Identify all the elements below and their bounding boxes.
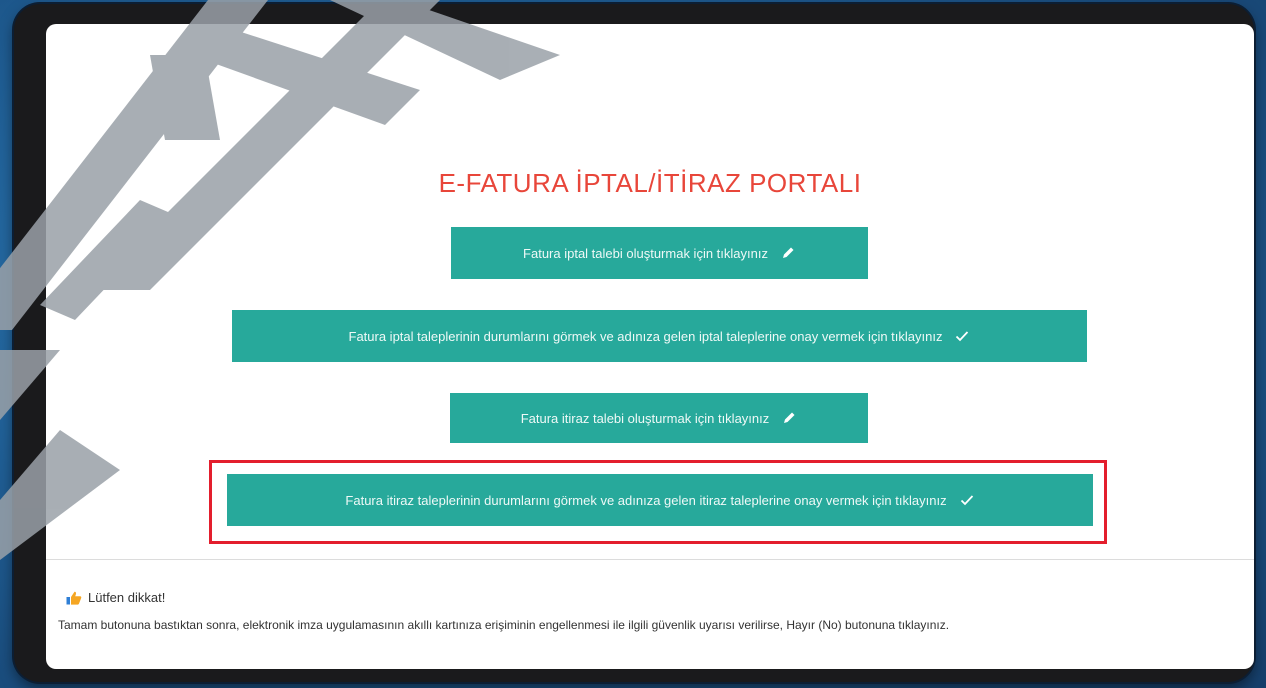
thumbs-up-icon <box>66 591 82 605</box>
notice-title: Lütfen dikkat! <box>88 590 166 605</box>
page-title: E-FATURA İPTAL/İTİRAZ PORTALI <box>438 168 862 198</box>
notice-text: Tamam butonuna bastıktan sonra, elektron… <box>58 618 950 632</box>
button-label: Fatura iptal talebi oluşturmak için tıkl… <box>523 245 768 261</box>
create-objection-request-button[interactable]: Fatura itiraz talebi oluşturmak için tık… <box>450 393 868 443</box>
view-cancel-requests-button[interactable]: Fatura iptal taleplerinin durumlarını gö… <box>232 310 1087 362</box>
pencil-icon <box>781 410 797 426</box>
screen-frame: E-FATURA İPTAL/İTİRAZ PORTALI Fatura ipt… <box>14 4 1254 682</box>
button-label: Fatura itiraz talebi oluşturmak için tık… <box>520 410 770 426</box>
button-label: Fatura itiraz taleplerinin durumlarını g… <box>345 492 947 508</box>
divider <box>46 559 1254 560</box>
pencil-icon <box>780 245 796 261</box>
view-objection-requests-button[interactable]: Fatura itiraz taleplerinin durumlarını g… <box>227 474 1093 526</box>
notice-heading: Lütfen dikkat! <box>66 590 165 605</box>
check-icon <box>954 328 970 344</box>
portal-panel: E-FATURA İPTAL/İTİRAZ PORTALI Fatura ipt… <box>46 24 1254 669</box>
button-label: Fatura iptal taleplerinin durumlarını gö… <box>348 328 943 344</box>
create-cancel-request-button[interactable]: Fatura iptal talebi oluşturmak için tıkl… <box>451 227 868 279</box>
check-icon <box>959 492 975 508</box>
